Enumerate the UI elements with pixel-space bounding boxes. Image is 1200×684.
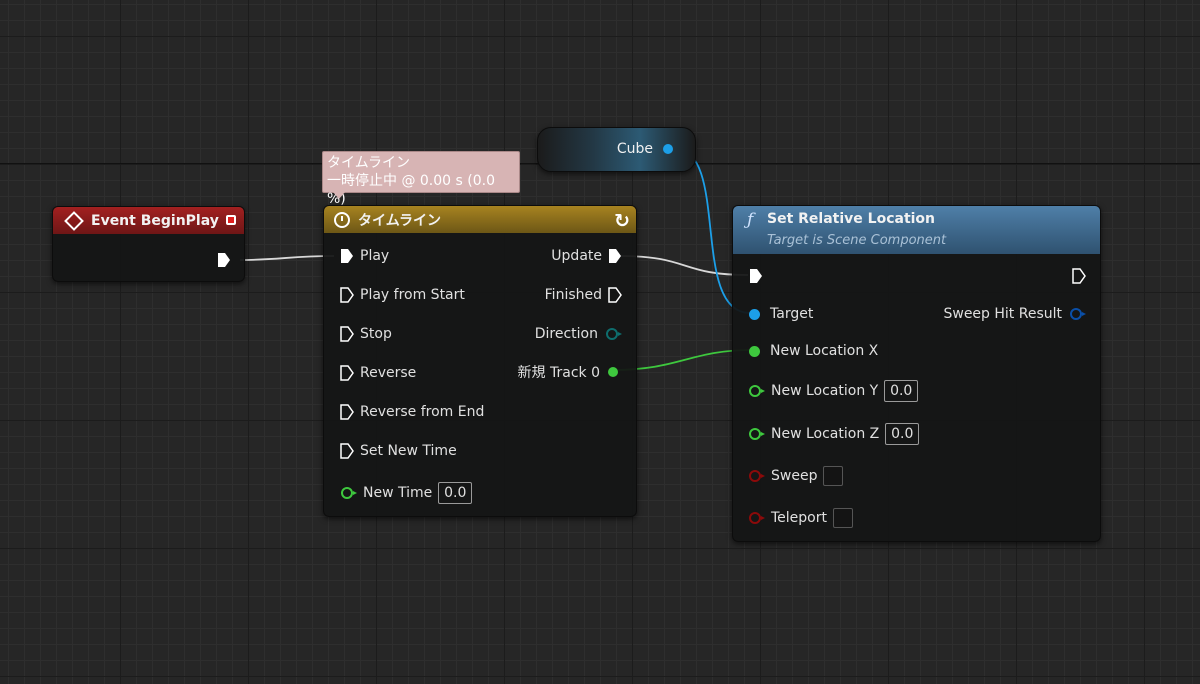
pin-new-track-0[interactable]: 新規 Track 0 (518, 362, 618, 382)
pin-label: New Time (363, 485, 433, 501)
pin-reverse-from-end[interactable]: Reverse from End (340, 404, 484, 420)
pin-label: Play (360, 248, 390, 264)
function-icon: ƒ (747, 210, 754, 230)
tooltip-pointer (333, 192, 345, 199)
pin-new-location-x[interactable]: New Location X (749, 343, 878, 359)
exec-wire-begin-to-play (239, 255, 335, 261)
new-time-input[interactable]: 0.0 (438, 482, 473, 504)
exec-input-pin-icon[interactable] (340, 287, 354, 303)
pin-label: New Location Z (771, 426, 880, 442)
pin-reverse[interactable]: Reverse (340, 365, 416, 381)
bool-input-pin-icon[interactable] (749, 512, 765, 524)
float-input-pin-icon[interactable] (749, 428, 765, 440)
float-pin-icon[interactable] (341, 487, 357, 499)
pin-label: New Location X (770, 343, 879, 359)
pin-play-from-start[interactable]: Play from Start (340, 287, 465, 303)
pin-label: Play from Start (360, 287, 465, 303)
exec-wire-update-to-set (619, 255, 749, 276)
set-node-title: Set Relative Location (767, 211, 936, 227)
exec-input-pin-icon[interactable] (340, 365, 354, 381)
event-delegate-icon[interactable] (226, 215, 236, 225)
new-location-z-input[interactable]: 0.0 (885, 423, 920, 445)
timeline-status-tooltip: タイムライン 一時停止中 @ 0.00 s (0.0 %) (322, 151, 520, 207)
exec-output-pin-icon[interactable] (217, 252, 231, 268)
event-node-header[interactable]: Event BeginPlay (53, 207, 244, 234)
cube-label: Cube (616, 141, 653, 157)
exec-input-pin-icon[interactable] (340, 326, 354, 342)
new-location-y-input[interactable]: 0.0 (884, 380, 919, 402)
pin-teleport[interactable]: Teleport (749, 508, 853, 528)
timeline-node[interactable]: タイムライン ↻ Play Play from Start Stop Rever… (323, 205, 637, 517)
clock-icon (334, 211, 350, 228)
teleport-checkbox[interactable] (833, 508, 853, 528)
exec-input-pin-icon[interactable] (340, 404, 354, 420)
pin-label: New Location Y (771, 383, 879, 399)
pin-sweep[interactable]: Sweep (749, 466, 844, 486)
pin-finished[interactable]: Finished (545, 287, 622, 303)
tooltip-status: 一時停止中 @ 0.00 s (0.0 %) (327, 173, 495, 207)
pin-label: Set New Time (360, 443, 457, 459)
float-input-pin-icon[interactable] (749, 385, 765, 397)
pin-label: Sweep Hit Result (943, 306, 1062, 322)
tooltip-title: タイムライン (327, 155, 411, 171)
pin-label: Target (770, 306, 814, 322)
struct-pin-icon[interactable] (1070, 308, 1086, 320)
sweep-checkbox[interactable] (823, 466, 844, 486)
exec-input-pin-icon[interactable] (749, 268, 763, 284)
pin-update[interactable]: Update (551, 248, 622, 264)
timeline-node-header[interactable]: タイムライン ↻ (324, 206, 636, 233)
exec-output-pin-icon[interactable] (1072, 268, 1086, 284)
pin-label: Direction (534, 326, 598, 342)
set-relative-location-node[interactable]: ƒ Set Relative Location Target is Scene … (732, 205, 1101, 542)
pin-label: Sweep (771, 468, 818, 484)
object-output-pin-icon[interactable] (663, 144, 673, 154)
pin-label: Teleport (771, 510, 827, 526)
float-input-pin-icon[interactable] (749, 345, 760, 357)
pin-target[interactable]: Target (749, 306, 813, 322)
loop-icon[interactable]: ↻ (614, 210, 630, 232)
set-node-header[interactable]: ƒ Set Relative Location Target is Scene … (733, 206, 1100, 254)
bool-input-pin-icon[interactable] (749, 470, 765, 482)
pin-play[interactable]: Play (340, 248, 389, 264)
pin-stop[interactable]: Stop (340, 326, 392, 342)
pin-label: Finished (544, 287, 602, 303)
pin-new-location-z[interactable]: New Location Z 0.0 (749, 423, 920, 445)
pin-set-new-time[interactable]: Set New Time (340, 443, 457, 459)
exec-input-pin-icon[interactable] (340, 443, 354, 459)
cube-variable-node[interactable]: Cube (537, 127, 696, 172)
timeline-node-title: タイムライン (358, 212, 442, 229)
pin-label: 新規 Track 0 (517, 365, 600, 381)
event-diamond-icon (64, 210, 84, 231)
pin-label: Reverse from End (360, 404, 485, 420)
pin-label: Stop (360, 326, 392, 342)
pin-sweep-hit-result[interactable]: Sweep Hit Result (943, 306, 1086, 322)
pin-label: Reverse (360, 365, 417, 381)
pin-new-location-y[interactable]: New Location Y 0.0 (749, 380, 919, 402)
exec-input-pin-icon[interactable] (340, 248, 354, 264)
set-node-subtitle: Target is Scene Component (767, 233, 947, 248)
float-output-pin-icon[interactable] (608, 367, 618, 377)
pin-label: Update (551, 248, 602, 264)
pin-direction[interactable]: Direction (534, 326, 622, 342)
enum-pin-icon[interactable] (606, 328, 622, 340)
exec-output-pin-icon[interactable] (608, 248, 622, 264)
event-beginplay-node[interactable]: Event BeginPlay (52, 206, 245, 282)
pin-new-time[interactable]: New Time 0.0 (341, 482, 473, 504)
event-node-title: Event BeginPlay (91, 212, 219, 229)
exec-output-pin-icon[interactable] (608, 287, 622, 303)
object-input-pin-icon[interactable] (749, 308, 760, 320)
